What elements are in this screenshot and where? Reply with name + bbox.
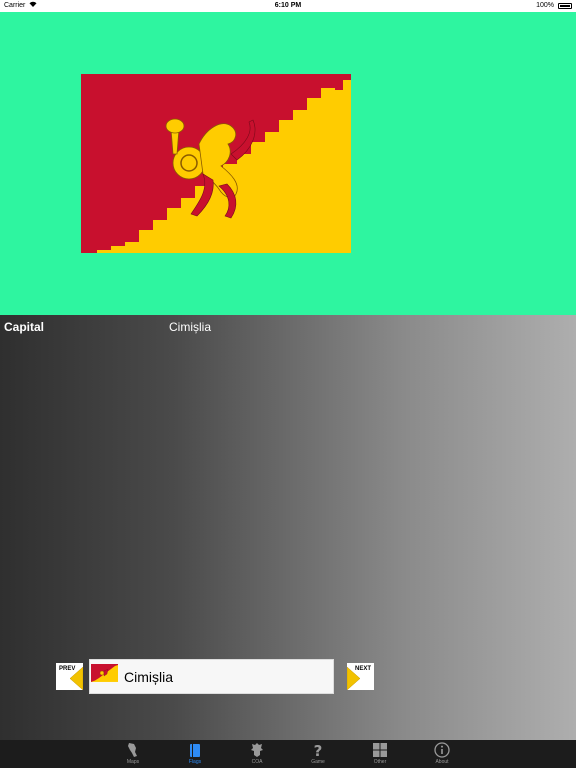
coat-of-arms-icon [251, 743, 263, 757]
clock-time: 6:10 PM [274, 2, 302, 9]
tab-label: Maps [126, 759, 140, 765]
prev-button[interactable]: PREV [56, 663, 83, 690]
flag-thumbnail [91, 664, 118, 682]
tab-about[interactable]: About [422, 740, 462, 768]
region-selector[interactable]: Cimișlia [89, 659, 334, 694]
tab-game[interactable]: ? Game [298, 740, 338, 768]
tab-label: Flags [188, 759, 202, 765]
left-arrow-icon [69, 666, 83, 690]
region-name: Cimișlia [124, 669, 173, 685]
cimislia-flag-image [81, 74, 351, 253]
tab-label: COA [251, 759, 263, 765]
capital-label: Capital [4, 320, 45, 334]
grid-icon [373, 743, 387, 757]
battery-percentage: 100% [536, 2, 554, 9]
tab-label: Other [373, 759, 387, 765]
info-icon [434, 742, 450, 758]
capital-value: Cimișlia [169, 320, 211, 334]
tab-maps[interactable]: Maps [113, 740, 153, 768]
flag-book-icon [190, 744, 200, 757]
status-bar: Carrier 6:10 PM 100% [0, 0, 576, 12]
tab-label: Game [311, 759, 325, 765]
battery-icon [558, 3, 572, 9]
tab-other[interactable]: Other [360, 740, 400, 768]
map-icon [128, 743, 137, 757]
next-button[interactable]: NEXT [347, 663, 374, 690]
tab-coa[interactable]: COA [237, 740, 277, 768]
tab-bar: Maps Flags COA ? Game Other About [0, 740, 576, 768]
tab-flags[interactable]: Flags [175, 740, 215, 768]
tab-label: About [435, 759, 449, 765]
info-panel: Capital Cimișlia PREV Cimișlia NEXT [0, 315, 576, 740]
right-arrow-icon [347, 666, 361, 690]
question-icon: ? [314, 742, 323, 758]
flag-display-area [0, 12, 576, 315]
svg-text:?: ? [314, 742, 323, 758]
